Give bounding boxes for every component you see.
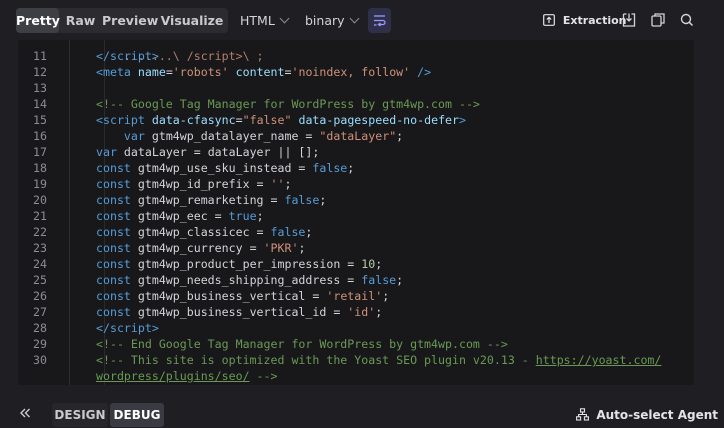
vertical-scrollbar[interactable] [697, 42, 703, 382]
code-line: 11 </script> [18, 48, 694, 64]
download-icon [622, 13, 636, 27]
code-line-partial: .......\ /script>\ ; [18, 40, 694, 63]
copy-icon [651, 13, 665, 27]
search-icon [680, 13, 694, 27]
line-number: 30 [33, 353, 47, 367]
line-number: 27 [33, 305, 47, 319]
code-line: 30 <!-- This site is optimized with the Y… [18, 352, 694, 368]
auto-select-agent-button[interactable]: Auto-select Agent [576, 403, 718, 427]
chevron-down-icon [279, 13, 290, 24]
format-select-value: HTML [240, 13, 275, 28]
line-number: 18 [33, 161, 47, 175]
code-text: const gtm4wp_business_vertical_id = 'id'… [96, 305, 383, 319]
code-text: const gtm4wp_remarketing = false; [96, 193, 327, 207]
tab-preview[interactable]: Preview [102, 8, 158, 33]
code-line: 12 <meta name='robots' content='noindex, … [18, 64, 694, 80]
copy-response-button[interactable] [649, 11, 667, 29]
code-text: <meta name='robots' content='noindex, fo… [96, 65, 432, 79]
double-chevron-left-icon [20, 408, 30, 418]
search-response-button[interactable] [678, 11, 696, 29]
line-number: 21 [33, 209, 47, 223]
encoding-select-value: binary [305, 13, 345, 28]
extraction-label: Extraction [562, 14, 627, 27]
wrap-lines-button[interactable] [368, 8, 391, 33]
code-text: <!-- End Google Tag Manager for WordPres… [96, 337, 508, 351]
collapse-panel-button[interactable] [18, 406, 38, 422]
design-mode-button[interactable]: DESIGN [52, 403, 108, 427]
code-text: var dataLayer = dataLayer || []; [96, 145, 320, 159]
code-text: const gtm4wp_business_vertical = 'retail… [96, 289, 390, 303]
code-line: 21 const gtm4wp_eec = true; [18, 208, 694, 224]
line-number: 11 [33, 49, 47, 63]
line-number: 24 [33, 257, 47, 271]
code-text: const gtm4wp_eec = true; [96, 209, 264, 223]
line-number: 29 [33, 337, 47, 351]
code-line: 23 const gtm4wp_currency = 'PKR'; [18, 240, 694, 256]
code-line: 25 const gtm4wp_needs_shipping_address = … [18, 272, 694, 288]
code-line: 28 </script> [18, 320, 694, 336]
wrap-lines-icon [374, 15, 386, 27]
extraction-button[interactable]: Extraction [543, 8, 627, 33]
view-mode-tabs: Pretty Raw Preview Visualize [16, 8, 228, 33]
code-text: </script> [96, 321, 159, 335]
line-number: 12 [33, 65, 47, 79]
code-line: 18 const gtm4wp_use_sku_instead = false; [18, 160, 694, 176]
code-text: const gtm4wp_classicec = false; [96, 225, 313, 239]
agent-tree-icon [576, 408, 590, 421]
code-text: const gtm4wp_needs_shipping_address = fa… [96, 273, 404, 287]
code-line: 22 const gtm4wp_classicec = false; [18, 224, 694, 240]
line-number: 28 [33, 321, 47, 335]
tab-visualize[interactable]: Visualize [158, 8, 226, 33]
code-line: wordpress/plugins/seo/ --> [18, 368, 694, 384]
line-number: 23 [33, 241, 47, 255]
code-line: 17 var dataLayer = dataLayer || []; [18, 144, 694, 160]
code-text: </script> [96, 49, 159, 63]
debug-mode-button[interactable]: DEBUG [110, 403, 164, 427]
line-number: 16 [33, 129, 47, 143]
line-number: 25 [33, 273, 47, 287]
line-number: 20 [33, 193, 47, 207]
line-number: 22 [33, 225, 47, 239]
line-number: 26 [33, 289, 47, 303]
code-line: 19 const gtm4wp_id_prefix = ''; [18, 176, 694, 192]
code-text: const gtm4wp_currency = 'PKR'; [96, 241, 306, 255]
bottom-bar: DESIGN DEBUG Auto-select Agent [0, 400, 724, 428]
extraction-icon [543, 14, 555, 26]
code-line: 24 const gtm4wp_product_per_impression = … [18, 256, 694, 272]
encoding-select[interactable]: binary [305, 8, 359, 33]
tab-pretty[interactable]: Pretty [16, 8, 60, 33]
chevron-down-icon [349, 13, 359, 24]
code-text: const gtm4wp_id_prefix = ''; [96, 177, 292, 191]
code-text: wordpress/plugins/seo/ --> [96, 369, 278, 383]
agent-label: Auto-select Agent [596, 408, 718, 422]
code-text: <!-- Google Tag Manager for WordPress by… [96, 97, 480, 111]
format-select[interactable]: HTML [240, 8, 290, 33]
code-line: 29 <!-- End Google Tag Manager for WordPr… [18, 336, 694, 352]
code-text: const gtm4wp_product_per_impression = 10… [96, 257, 383, 271]
line-number: 17 [33, 145, 47, 159]
save-response-button[interactable] [620, 11, 638, 29]
code-line: 16 var gtm4wp_datalayer_name = "dataLaye… [18, 128, 694, 144]
response-toolbar: Pretty Raw Preview Visualize HTML binary… [0, 0, 724, 40]
line-number: 13 [33, 81, 47, 95]
code-text: <!-- This site is optimized with the Yoa… [96, 353, 662, 367]
line-number: 15 [33, 113, 47, 127]
code-text: var gtm4wp_datalayer_name = "dataLayer"; [123, 129, 404, 143]
code-line: 26 const gtm4wp_business_vertical = 'reta… [18, 288, 694, 304]
tab-raw[interactable]: Raw [59, 8, 102, 33]
code-line: 15 <script data-cfasync="false" data-page… [18, 112, 694, 128]
code-line: 13 [18, 80, 694, 96]
line-number: 14 [33, 97, 47, 111]
code-text: const gtm4wp_use_sku_instead = false; [96, 161, 355, 175]
code-line: 27 const gtm4wp_business_vertical_id = 'i… [18, 304, 694, 320]
code-line: 14 <!-- Google Tag Manager for WordPress … [18, 96, 694, 112]
response-code-viewer[interactable]: .......\ /script>\ ; 11 </script> 12 <meta … [18, 40, 694, 385]
line-number: 19 [33, 177, 47, 191]
code-text: <script data-cfasync="false" data-pagesp… [96, 113, 466, 127]
code-line: 20 const gtm4wp_remarketing = false; [18, 192, 694, 208]
